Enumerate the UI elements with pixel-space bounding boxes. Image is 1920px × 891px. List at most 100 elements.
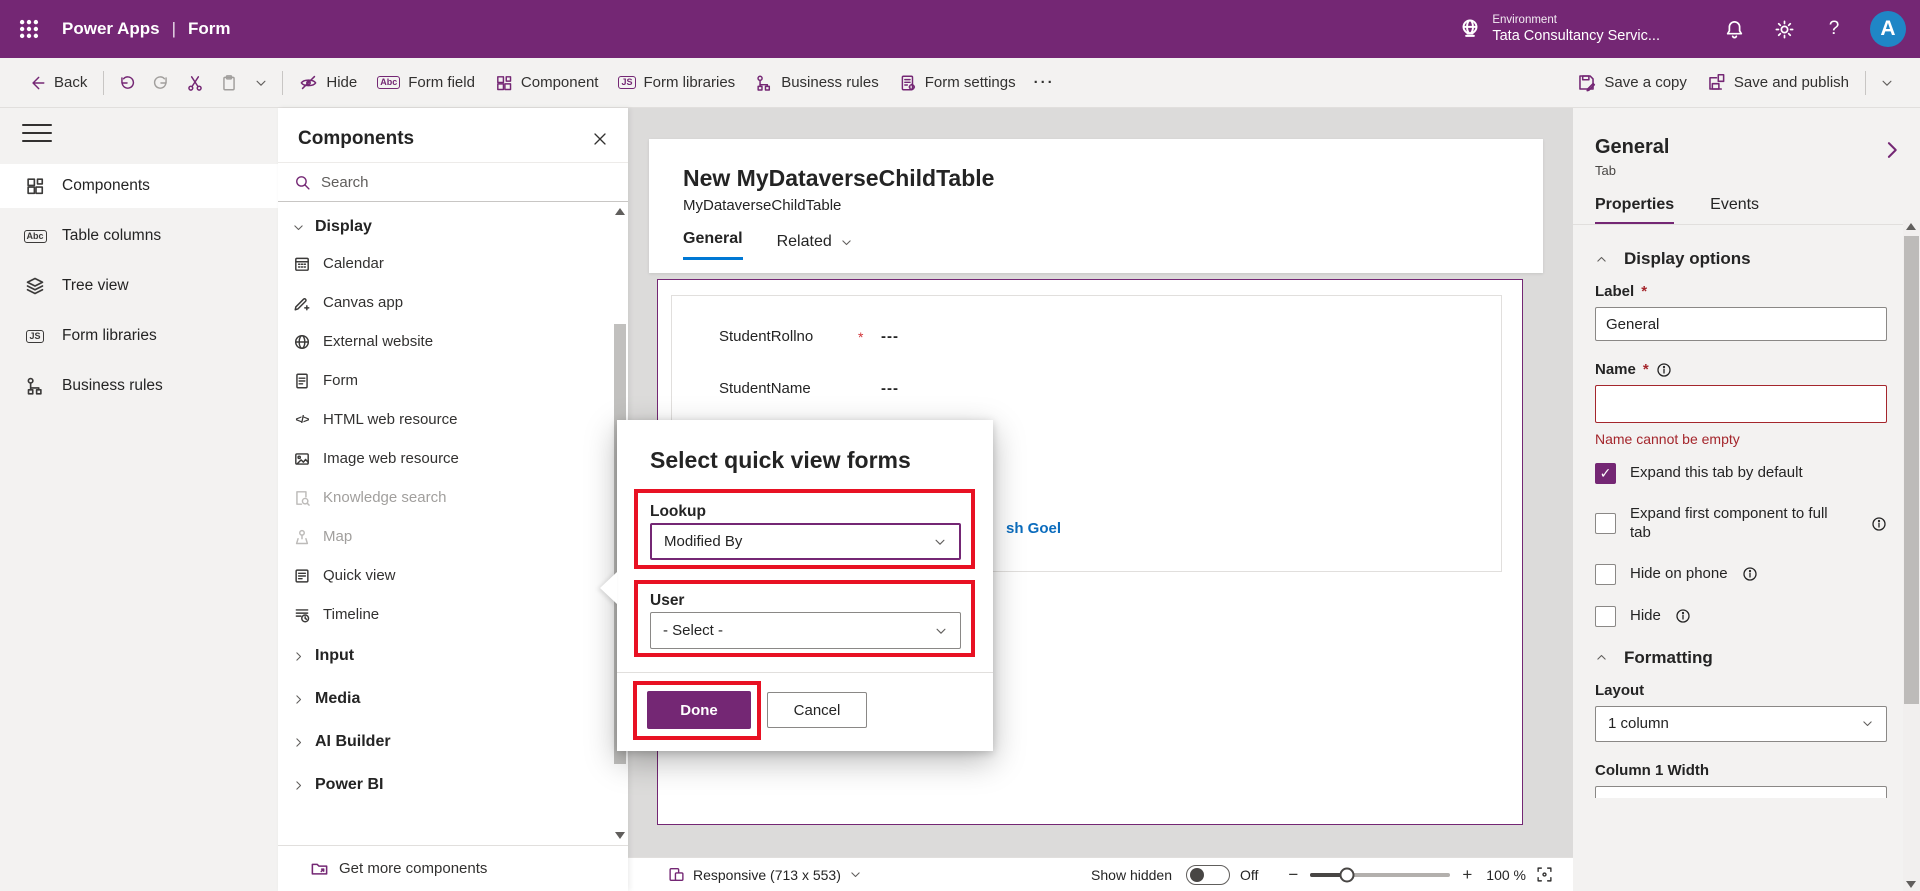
component-item-image-web-resource[interactable]: Image web resource xyxy=(278,439,628,478)
form-libraries-button[interactable]: JS Form libraries xyxy=(608,65,745,101)
section-input[interactable]: Input xyxy=(278,634,628,677)
component-item-canvas-app[interactable]: Canvas app xyxy=(278,283,628,322)
display-options-section-header[interactable]: Display options xyxy=(1595,249,1880,269)
properties-tabs: Properties Events xyxy=(1595,196,1880,225)
slider-knob[interactable] xyxy=(1339,867,1354,882)
save-options-chevron[interactable] xyxy=(1872,65,1902,101)
checkbox-icon[interactable] xyxy=(1595,513,1616,534)
component-item-external-website[interactable]: External website xyxy=(278,322,628,361)
notifications-bell-icon[interactable] xyxy=(1712,7,1756,51)
search-icon xyxy=(294,174,311,191)
form-settings-button[interactable]: Form settings xyxy=(889,65,1026,101)
layout-dropdown[interactable]: 1 column xyxy=(1595,706,1887,742)
clipboard-split-chevron[interactable] xyxy=(246,65,276,101)
hamburger-menu-icon[interactable] xyxy=(22,120,52,146)
cut-button[interactable] xyxy=(178,65,212,101)
command-bar: Back Hide Abc Form field xyxy=(0,58,1920,108)
label-input[interactable] xyxy=(1595,307,1887,341)
form-field-row[interactable]: StudentRollno * --- xyxy=(719,328,1501,345)
component-item-calendar[interactable]: Calendar xyxy=(278,244,628,283)
redo-button[interactable] xyxy=(144,65,178,101)
user-dropdown[interactable]: - Select - xyxy=(650,612,961,649)
checkbox-hide-on-phone[interactable]: Hide on phone xyxy=(1595,564,1887,585)
layout-value: 1 column xyxy=(1608,715,1669,732)
form-field-button[interactable]: Abc Form field xyxy=(367,65,485,101)
scroll-down-icon[interactable] xyxy=(1906,881,1916,888)
get-more-components-button[interactable]: Get more components xyxy=(278,845,628,891)
selected-element-title: General xyxy=(1595,136,1880,159)
tab-label: General xyxy=(683,230,743,248)
component-item-form[interactable]: Form xyxy=(278,361,628,400)
components-list: Display Calendar Canvas app External web… xyxy=(278,202,628,845)
info-icon[interactable] xyxy=(1742,566,1758,582)
section-media[interactable]: Media xyxy=(278,677,628,720)
checkbox-checked-icon[interactable]: ✓ xyxy=(1595,463,1616,484)
info-icon[interactable] xyxy=(1871,516,1887,532)
record-link-partial[interactable]: sh Goel xyxy=(1006,520,1061,537)
user-avatar[interactable]: A xyxy=(1870,11,1906,47)
cancel-button[interactable]: Cancel xyxy=(767,692,867,728)
environment-picker[interactable]: Environment Tata Consultancy Servic... xyxy=(1458,13,1660,46)
section-display[interactable]: Display xyxy=(278,208,628,244)
formatting-section-header[interactable]: Formatting xyxy=(1595,648,1880,668)
close-icon[interactable] xyxy=(592,131,608,147)
checkbox-expand-first-component[interactable]: Expand first component to full tab xyxy=(1595,505,1887,543)
scroll-down-icon[interactable] xyxy=(615,832,625,839)
scroll-up-icon[interactable] xyxy=(615,208,625,215)
app-name[interactable]: Power Apps xyxy=(62,19,160,39)
properties-scrollbar[interactable] xyxy=(1903,220,1920,891)
section-power-bi[interactable]: Power BI xyxy=(278,763,628,806)
dialog-divider xyxy=(617,672,993,673)
show-hidden-toggle[interactable] xyxy=(1186,865,1230,885)
back-button[interactable]: Back xyxy=(18,65,97,101)
overflow-menu-button[interactable]: ··· xyxy=(1026,65,1063,101)
component-item-timeline[interactable]: Timeline xyxy=(278,595,628,634)
tab-events[interactable]: Events xyxy=(1710,196,1759,225)
info-icon[interactable] xyxy=(1675,608,1691,624)
component-item-html-web-resource[interactable]: </> HTML web resource xyxy=(278,400,628,439)
chevron-down-icon xyxy=(933,535,947,549)
divider xyxy=(1573,224,1920,225)
responsive-size-selector[interactable]: Responsive (713 x 553) xyxy=(668,866,862,883)
component-button[interactable]: Component xyxy=(485,65,609,101)
app-launcher-waffle-icon[interactable] xyxy=(10,10,48,48)
save-and-publish-button[interactable]: Save and publish xyxy=(1697,65,1859,101)
tab-general[interactable]: General xyxy=(683,230,743,260)
fit-to-screen-icon[interactable] xyxy=(1536,866,1553,883)
done-button[interactable]: Done xyxy=(647,691,751,729)
sidebar-item-form-libraries[interactable]: JS Form libraries xyxy=(0,314,278,358)
lookup-dropdown[interactable]: Modified By xyxy=(650,523,961,560)
section-ai-builder[interactable]: AI Builder xyxy=(278,720,628,763)
sidebar-item-table-columns[interactable]: Abc Table columns xyxy=(0,214,278,258)
sidebar-item-business-rules[interactable]: Business rules xyxy=(0,364,278,408)
hide-button[interactable]: Hide xyxy=(289,65,367,101)
column1-width-input[interactable] xyxy=(1595,786,1887,798)
checkbox-hide[interactable]: Hide xyxy=(1595,606,1887,627)
undo-button[interactable] xyxy=(110,65,144,101)
zoom-out-button[interactable]: − xyxy=(1284,865,1302,885)
paste-button[interactable] xyxy=(212,65,246,101)
tab-properties[interactable]: Properties xyxy=(1595,196,1674,225)
search-input[interactable] xyxy=(321,174,612,191)
business-rules-button[interactable]: Business rules xyxy=(745,65,889,101)
zoom-slider[interactable] xyxy=(1310,873,1450,877)
undo-icon xyxy=(118,74,136,92)
settings-gear-icon[interactable] xyxy=(1762,7,1806,51)
checkbox-icon[interactable] xyxy=(1595,606,1616,627)
checkbox-icon[interactable] xyxy=(1595,564,1616,585)
checkbox-expand-tab-default[interactable]: ✓ Expand this tab by default xyxy=(1595,463,1887,484)
form-field-row[interactable]: StudentName --- xyxy=(719,380,1501,397)
help-icon[interactable]: ? xyxy=(1812,7,1856,51)
tab-related[interactable]: Related xyxy=(777,233,853,260)
name-input[interactable] xyxy=(1595,385,1887,423)
expand-panel-chevron-icon[interactable] xyxy=(1882,140,1902,160)
info-icon[interactable] xyxy=(1656,362,1672,378)
save-a-copy-button[interactable]: Save a copy xyxy=(1567,65,1697,101)
zoom-in-button[interactable]: + xyxy=(1458,865,1476,885)
sidebar-item-components[interactable]: Components xyxy=(0,164,278,208)
component-item-quick-view[interactable]: Quick view xyxy=(278,556,628,595)
scroll-up-icon[interactable] xyxy=(1906,223,1916,230)
dialog-callout-beak xyxy=(600,572,617,604)
sidebar-item-tree-view[interactable]: Tree view xyxy=(0,264,278,308)
scrollbar-thumb[interactable] xyxy=(1904,236,1919,704)
